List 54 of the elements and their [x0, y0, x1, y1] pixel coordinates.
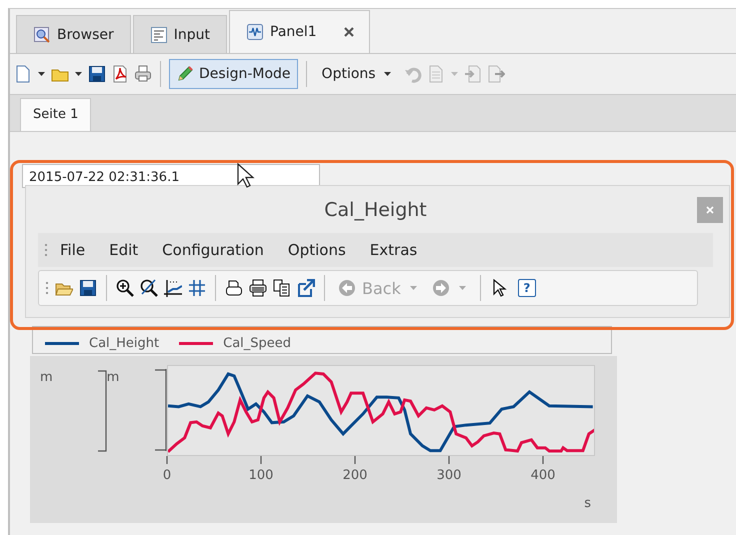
legend-label: Cal_Speed [223, 336, 292, 350]
grid-icon[interactable] [188, 279, 206, 297]
pdf-icon[interactable] [111, 65, 129, 83]
copy-icon[interactable] [273, 279, 291, 297]
axis-tick-label: 300 [436, 468, 462, 483]
document-tab[interactable]: Input [132, 15, 227, 53]
tick-mark [448, 456, 450, 464]
new-document-icon[interactable] [14, 65, 32, 83]
axis-icon[interactable] [164, 279, 182, 297]
menu-item[interactable]: Options [276, 241, 358, 259]
menu-item[interactable]: Edit [97, 241, 150, 259]
save-icon[interactable] [79, 279, 97, 297]
legend-label: Cal_Height [89, 336, 160, 350]
mouse-pointer-icon [237, 163, 255, 189]
caret-icon [382, 70, 392, 78]
caret-icon [408, 284, 418, 292]
grip-icon [45, 281, 49, 295]
printer-icon[interactable] [249, 279, 267, 297]
text-document-icon [150, 26, 168, 44]
window-title: Cal_Height [324, 198, 427, 220]
design-mode-button[interactable]: Design-Mode [169, 59, 298, 89]
tick-mark [354, 456, 356, 464]
document-tab[interactable]: Browser [16, 15, 131, 53]
caret-icon[interactable] [74, 70, 83, 78]
tick-mark [542, 456, 544, 464]
axis-tick-label: 200 [342, 468, 368, 483]
axis-unit: m [40, 370, 53, 385]
zoom-reset-icon[interactable] [140, 279, 158, 297]
grip-icon [44, 243, 48, 257]
axis-unit: s [583, 496, 592, 511]
axis-tick-label: 100 [248, 468, 274, 483]
zoom-in-icon[interactable] [116, 279, 134, 297]
save-icon[interactable] [88, 65, 106, 83]
printer-icon[interactable] [225, 279, 243, 297]
close-icon [706, 206, 714, 214]
menu-item[interactable]: File [48, 241, 98, 259]
axis-unit: m [106, 370, 120, 385]
close-icon[interactable] [342, 26, 355, 38]
page-tab[interactable]: Seite 1 [20, 98, 92, 131]
menu-item[interactable]: Extras [358, 241, 430, 259]
tick-mark [260, 456, 262, 464]
menu-item[interactable]: Configuration [150, 241, 276, 259]
pencil-icon [176, 65, 194, 83]
axis-tick-label: 400 [530, 468, 556, 483]
axis-tick-label: 0 [162, 468, 172, 483]
caret-icon[interactable] [37, 70, 46, 78]
caret-icon [458, 284, 467, 292]
help-button[interactable]: ? [518, 279, 536, 297]
tick-mark [166, 456, 168, 464]
waveform-icon [246, 23, 264, 41]
document-tab[interactable]: Panel1 [229, 10, 370, 53]
options-menu-button[interactable]: Options [314, 59, 399, 89]
external-link-icon[interactable] [297, 279, 315, 297]
magnifier-icon [33, 26, 51, 44]
